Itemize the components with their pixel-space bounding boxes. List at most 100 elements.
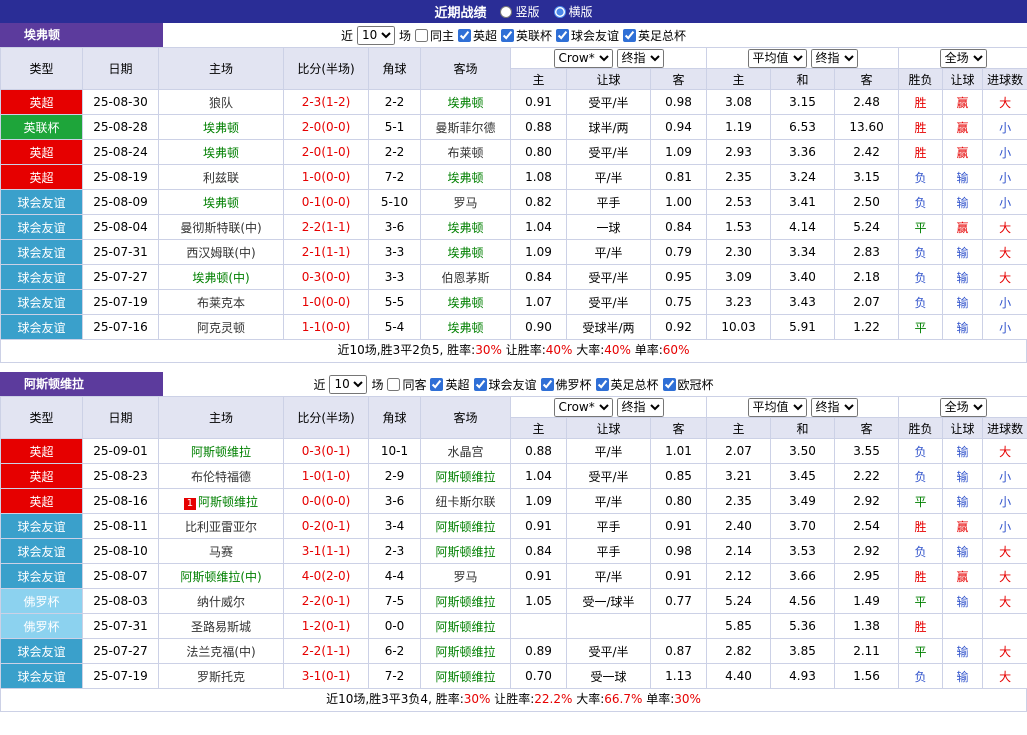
match-row: 英超 25-08-23 布伦特福德 1-0(1-0) 2-9 阿斯顿维拉 1.04 受平/半 0… (0, 463, 1027, 489)
score: 2-2(1-1) (283, 638, 369, 664)
filter-option[interactable]: 佛罗杯 (540, 376, 592, 393)
team-link[interactable]: 阿克灵顿 (197, 321, 245, 335)
team-link[interactable]: 阿斯顿维拉 (435, 620, 495, 634)
average-select[interactable]: 平均值 (747, 397, 807, 417)
team-link[interactable]: 埃弗顿 (203, 121, 239, 135)
team-link[interactable]: 罗马 (453, 196, 477, 210)
horizontal-radio[interactable] (553, 5, 566, 18)
filter-option[interactable]: 英联杯 (501, 27, 552, 44)
summary-text: 单率: (642, 692, 675, 706)
team-link[interactable]: 阿斯顿维拉 (435, 545, 495, 559)
team-link[interactable]: 比利亚雷亚尔 (185, 520, 257, 534)
team-link[interactable]: 埃弗顿 (447, 221, 483, 235)
filter-checkboxes: 同客 英超 球会友谊 佛罗杯 英足总杯 欧冠杯 (387, 376, 714, 393)
filter-option[interactable]: 同主 (414, 27, 454, 44)
team-link[interactable]: 埃弗顿 (447, 171, 483, 185)
team-link[interactable]: 阿斯顿维拉 (435, 645, 495, 659)
filter-checkbox[interactable] (473, 377, 487, 391)
odds-home: 0.88 (510, 438, 567, 464)
team-link[interactable]: 阿斯顿维拉 (198, 495, 258, 509)
team-link[interactable]: 阿斯顿维拉 (191, 445, 251, 459)
col-handicap-result: 让球 (942, 417, 984, 439)
odds-stage-select[interactable]: 终指 (616, 397, 664, 417)
team-link[interactable]: 曼斯菲尔德 (435, 121, 495, 135)
team-link[interactable]: 埃弗顿 (447, 321, 483, 335)
match-count-select[interactable]: 10 (356, 25, 395, 45)
team-link[interactable]: 狼队 (209, 96, 233, 110)
filter-option[interactable]: 英足总杯 (623, 27, 686, 44)
filter-checkbox[interactable] (457, 28, 471, 42)
team-link[interactable]: 埃弗顿 (447, 296, 483, 310)
odds-handicap: 受平/半 (566, 638, 651, 664)
avg-away: 1.56 (834, 663, 900, 689)
filter-checkbox[interactable] (540, 377, 554, 391)
avg-away: 2.92 (834, 538, 900, 564)
avg-draw: 3.50 (770, 438, 836, 464)
filter-checkbox[interactable] (501, 28, 514, 42)
team-link[interactable]: 曼彻斯特联(中) (180, 221, 261, 235)
team-link[interactable]: 阿斯顿维拉 (435, 520, 495, 534)
filter-option[interactable]: 球会友谊 (473, 376, 537, 393)
team-link[interactable]: 阿斯顿维拉 (435, 595, 495, 609)
team-link[interactable]: 阿斯顿维拉(中) (180, 570, 261, 584)
layout-option-vertical[interactable]: 竖版 (500, 3, 540, 20)
vertical-radio[interactable] (500, 5, 513, 18)
filter-checkbox[interactable] (595, 377, 609, 391)
average-stage-select[interactable]: 终指 (810, 48, 858, 68)
team-link[interactable]: 布莱克本 (197, 296, 245, 310)
team-link[interactable]: 法兰克福(中) (186, 645, 255, 659)
team-link[interactable]: 埃弗顿 (203, 196, 239, 210)
league-type: 佛罗杯 (0, 588, 83, 614)
team-link[interactable]: 罗马 (453, 570, 477, 584)
team-link[interactable]: 马赛 (209, 545, 233, 559)
team-link[interactable]: 纳什威尔 (197, 595, 245, 609)
scope-select[interactable]: 全场 (939, 397, 987, 417)
corner-score: 3-4 (368, 513, 421, 539)
team-link[interactable]: 布伦特福德 (191, 470, 251, 484)
odds-handicap: 受平/半 (566, 89, 651, 115)
average-stage-select[interactable]: 终指 (810, 397, 858, 417)
team-link[interactable]: 利兹联 (203, 171, 239, 185)
filter-checkbox[interactable] (430, 377, 444, 391)
match-date: 25-07-27 (82, 638, 159, 664)
home-team: 阿斯顿维拉(中) (158, 563, 284, 589)
team-link[interactable]: 圣路易斯城 (191, 620, 251, 634)
filter-checkbox[interactable] (662, 377, 676, 391)
avg-away: 2.07 (834, 289, 900, 315)
team-link[interactable]: 布莱顿 (447, 146, 483, 160)
team-link[interactable]: 阿斯顿维拉 (435, 670, 495, 684)
filter-checkbox[interactable] (556, 28, 570, 42)
team-link[interactable]: 罗斯托克 (197, 670, 245, 684)
league-type: 球会友谊 (0, 663, 83, 689)
team-link[interactable]: 西汉姆联(中) (186, 246, 255, 260)
filter-option[interactable]: 球会友谊 (556, 27, 619, 44)
filter-checkbox[interactable] (387, 377, 401, 391)
corner-score: 5-4 (368, 314, 421, 340)
layout-option-horizontal[interactable]: 横版 (553, 3, 593, 20)
team-link[interactable]: 埃弗顿(中) (192, 271, 249, 285)
odds-stage-select[interactable]: 终指 (616, 48, 664, 68)
filter-option[interactable]: 欧冠杯 (662, 376, 714, 393)
scope-select[interactable]: 全场 (939, 48, 987, 68)
filter-option[interactable]: 同客 (387, 376, 426, 393)
filter-option[interactable]: 英超 (457, 27, 497, 44)
team-link[interactable]: 埃弗顿 (447, 96, 483, 110)
bookmaker-select[interactable]: Crow* (553, 48, 613, 68)
odds-away: 0.94 (649, 114, 708, 140)
match-row: 英超 25-08-24 埃弗顿 2-0(1-0) 2-2 布莱顿 0.80 受平/半 1.09 2… (0, 139, 1027, 165)
unit-label: 场 (371, 377, 384, 392)
match-count-select[interactable]: 10 (329, 374, 368, 394)
team-link[interactable]: 埃弗顿 (447, 246, 483, 260)
col-score: 比分(半场) (283, 47, 369, 90)
average-select[interactable]: 平均值 (747, 48, 807, 68)
team-link[interactable]: 伯恩茅斯 (441, 271, 489, 285)
filter-option[interactable]: 英超 (430, 376, 470, 393)
filter-checkbox[interactable] (623, 28, 637, 42)
bookmaker-select[interactable]: Crow* (553, 397, 613, 417)
team-link[interactable]: 纽卡斯尔联 (435, 495, 495, 509)
filter-option[interactable]: 英足总杯 (595, 376, 659, 393)
team-link[interactable]: 阿斯顿维拉 (435, 470, 495, 484)
team-link[interactable]: 埃弗顿 (203, 146, 239, 160)
team-link[interactable]: 水晶宫 (447, 445, 483, 459)
filter-checkbox[interactable] (414, 28, 428, 42)
